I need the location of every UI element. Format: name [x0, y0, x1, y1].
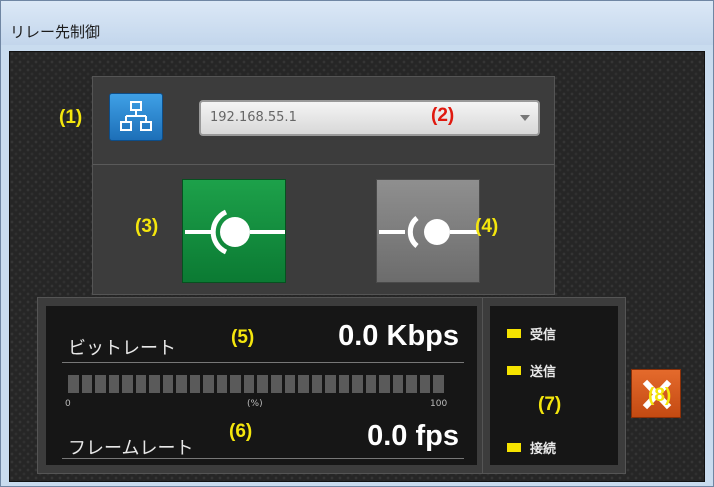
meter-segment: [257, 375, 268, 393]
callout-2: (2): [431, 105, 455, 126]
meter-segment: [338, 375, 350, 393]
callout-5: (5): [231, 327, 255, 348]
connection-label: 接続: [530, 442, 557, 457]
rate-panel: ビットレート 0.0 Kbps 0 (%) 100 フレームレート 0.0 fp…: [37, 297, 486, 474]
meter-segment: [365, 375, 377, 393]
meter-unit-label: (%): [247, 399, 263, 409]
client-area: 192.168.55.1 ビットレート 0.0 Kbps 0 (%) 100 フ…: [9, 51, 705, 482]
meter-segment: [270, 375, 282, 393]
callout-6: (6): [229, 421, 253, 442]
receive-status: 受信: [507, 324, 556, 343]
bitrate-label: ビットレート: [68, 338, 176, 359]
meter-segment: [189, 375, 201, 393]
relay-control-window: リレー先制御 192.168.55.1 ビットレート 0.0 Kbps 0 (%…: [0, 0, 714, 487]
meter-segment: [162, 375, 174, 393]
meter-segment: [419, 375, 431, 393]
meter-segment: [379, 375, 390, 393]
callout-3: (3): [135, 216, 159, 237]
meter-segment: [284, 375, 296, 393]
meter-min-label: 0: [65, 399, 71, 409]
meter-segment: [392, 375, 404, 393]
framerate-label: フレームレート: [68, 438, 194, 459]
divider-line: [62, 362, 464, 363]
status-panel: 受信 送信 接続: [482, 297, 626, 474]
meter-max-label: 100: [430, 399, 448, 409]
send-status: 送信: [507, 361, 556, 380]
callout-7: (7): [538, 394, 562, 415]
plug-disconnected-icon: [379, 216, 479, 248]
meter-segment: [203, 375, 214, 393]
meter-segment: [433, 375, 444, 393]
meter-segment: [216, 375, 228, 393]
ip-address-value: 192.168.55.1: [210, 110, 297, 125]
connect-button[interactable]: [182, 179, 286, 283]
meter-segment: [135, 375, 147, 393]
meter-segment: [298, 375, 309, 393]
meter-segment: [68, 375, 79, 393]
meter-segment: [176, 375, 187, 393]
framerate-value: 0.0 fps: [367, 420, 459, 452]
title-bar[interactable]: リレー先制御: [1, 1, 713, 45]
chevron-down-icon[interactable]: [520, 115, 530, 121]
bitrate-value: 0.0 Kbps: [338, 320, 459, 352]
send-label: 送信: [530, 365, 557, 380]
send-indicator: [507, 366, 521, 375]
meter-segment: [149, 375, 160, 393]
receive-label: 受信: [530, 328, 557, 343]
callout-8: (8): [648, 385, 672, 406]
window-title: リレー先制御: [10, 23, 101, 41]
meter-segment: [122, 375, 133, 393]
callout-1: (1): [59, 107, 83, 128]
network-select-button[interactable]: [109, 93, 163, 141]
panel-divider: [93, 164, 554, 165]
ip-address-dropdown[interactable]: 192.168.55.1: [199, 100, 540, 136]
meter-segment: [230, 375, 241, 393]
connection-status: 接続: [507, 438, 556, 457]
connection-panel: 192.168.55.1: [92, 76, 555, 295]
plug-connected-icon: [185, 209, 285, 255]
meter-segment: [95, 375, 106, 393]
meter-segment: [108, 375, 120, 393]
network-topology-icon: [120, 101, 152, 131]
meter-segment: [406, 375, 417, 393]
disconnect-button[interactable]: [376, 179, 480, 283]
receive-indicator: [507, 329, 521, 338]
connection-indicator: [507, 443, 521, 452]
meter-segment: [81, 375, 93, 393]
meter-segment: [325, 375, 336, 393]
divider-line: [62, 458, 464, 459]
meter-segment: [311, 375, 323, 393]
rate-display: ビットレート 0.0 Kbps 0 (%) 100 フレームレート 0.0 fp…: [46, 306, 477, 465]
callout-4: (4): [475, 216, 499, 237]
meter-segment: [352, 375, 363, 393]
status-display: 受信 送信 接続: [490, 306, 618, 465]
meter-segment: [243, 375, 255, 393]
bitrate-meter: [68, 375, 444, 393]
